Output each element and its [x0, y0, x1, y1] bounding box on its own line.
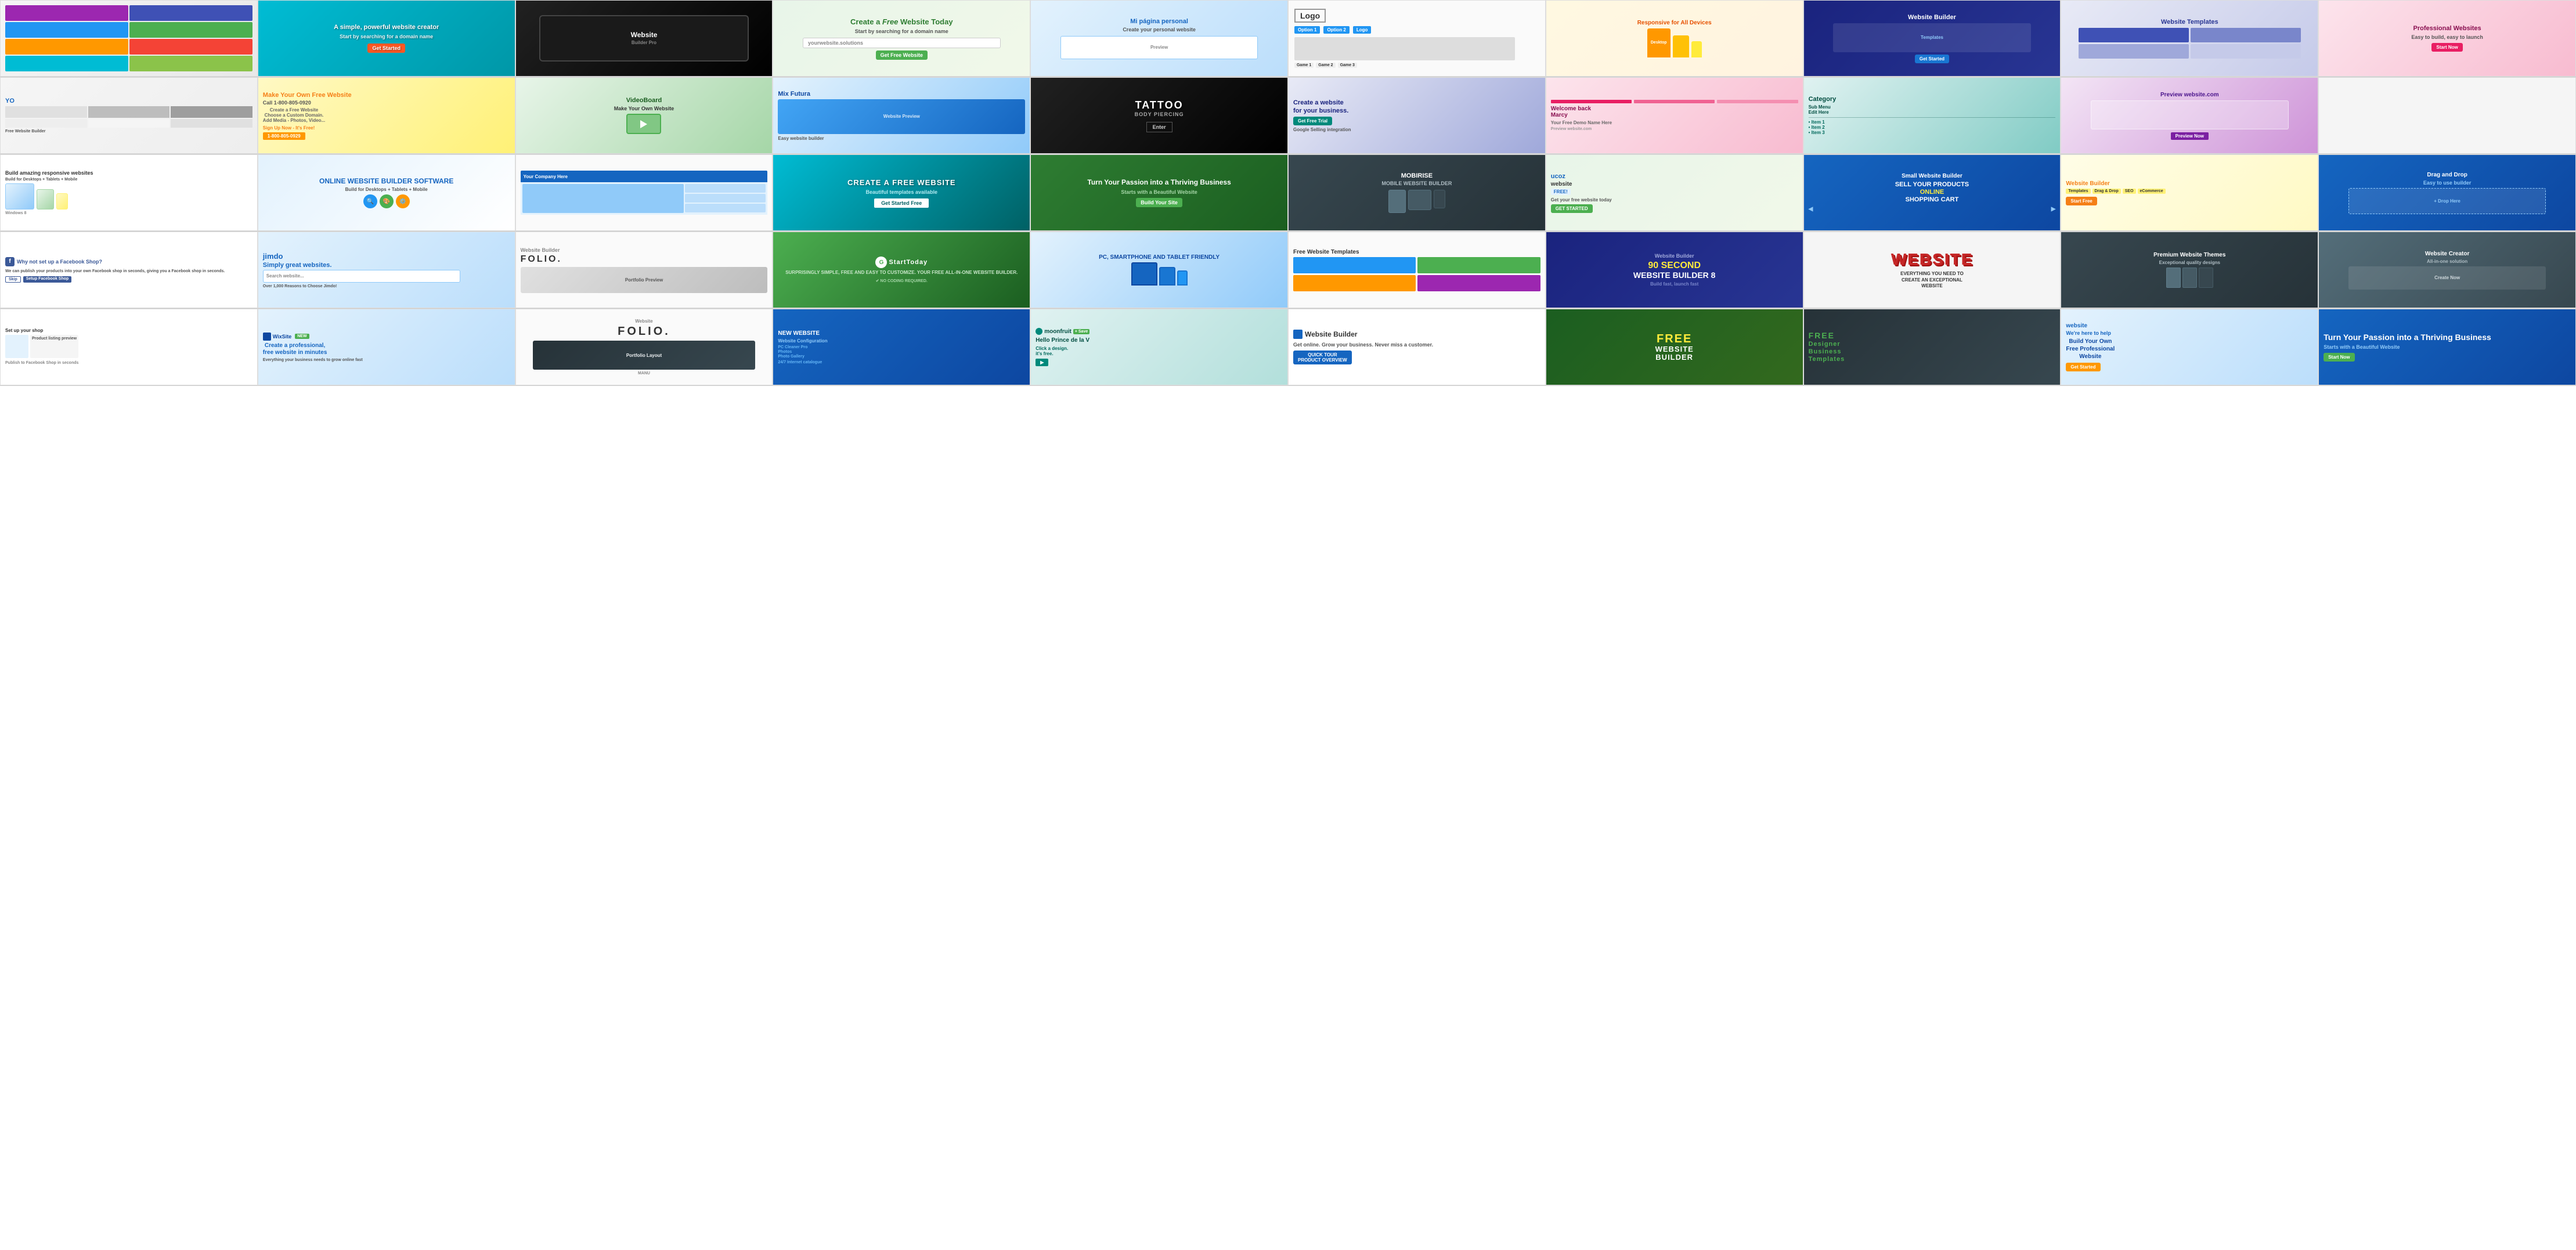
tile-build-responsive[interactable]: Build amazing responsive websites Build …: [0, 154, 258, 231]
tile-company-here[interactable]: Your Company Here: [515, 154, 773, 231]
image-grid-row-1: A simple, powerful website creator Start…: [0, 0, 2576, 77]
tile-yourwebsite-builder[interactable]: YO Free Website Builder: [0, 77, 258, 154]
tile-create-free-website[interactable]: Create a Free Website Today Start by sea…: [773, 0, 1030, 77]
image-grid-row-4: f Why not set up a Facebook Shop? We can…: [0, 232, 2576, 309]
tile-create-for-business[interactable]: Create a website for your business. Get …: [1288, 77, 1546, 154]
tile-videoboard[interactable]: VideoBoard Make Your Own Website: [515, 77, 773, 154]
tile-free-website-builder-green[interactable]: FREE WEBSITEBUILDER: [1546, 309, 1803, 385]
tile-templates-blue[interactable]: Website Templates: [2061, 0, 2318, 77]
tile-website-builder-features[interactable]: Website Builder Templates Drag & Drop SE…: [2061, 154, 2318, 231]
tile-folio-portfolio[interactable]: Website Builder FOLIO. Portfolio Preview: [515, 232, 773, 308]
tile-website-builder-info[interactable]: Website Builder Get online. Grow your bu…: [1288, 309, 1546, 385]
tile-premium-themes[interactable]: Premium Website Themes Exceptional quali…: [2061, 232, 2318, 308]
tile-online-builder-software[interactable]: ONLINE WEBSITE BUILDER SOFTWARE Build fo…: [258, 154, 515, 231]
tile-website-red-text[interactable]: WEBSITE EVERYTHING YOU NEED TOCREATE AN …: [1803, 232, 2061, 308]
tile-folio-portfolio-2[interactable]: Website FOLIO. Portfolio Layout MANU: [515, 309, 773, 385]
tile-logo-options[interactable]: Logo Option 1 Option 2 Logo Game 1 Game …: [1288, 0, 1546, 77]
tile-free-templates[interactable]: Free Website Templates: [1288, 232, 1546, 308]
tile-moonfruit[interactable]: moonfruit + Save Hello Prince de la V Cl…: [1030, 309, 1288, 385]
tile-sitejam[interactable]: [0, 0, 258, 77]
tile-mi-pagina[interactable]: Mi página personal Create your personal …: [1030, 0, 1288, 77]
tile-mobirise[interactable]: MOBIRISE MOBILE WEBSITE BUILDER: [1288, 154, 1546, 231]
tile-category-submenu[interactable]: Category Sub Menu Edit Here • Item 1 • I…: [1803, 77, 2061, 154]
tile-tattoo[interactable]: TATTOO BODY PIERCING Enter: [1030, 77, 1288, 154]
tile-new-website-config[interactable]: NEW WEBSITE Website Configuration PC Cle…: [773, 309, 1030, 385]
image-grid-row-3: Build amazing responsive websites Build …: [0, 154, 2576, 232]
tile-ucoz-free[interactable]: ucoz website FREE! Get your free website…: [1546, 154, 1803, 231]
tile-row2-filler: [2318, 77, 2576, 154]
tile-website-creator[interactable]: Website Creator All-in-one solution Crea…: [2318, 232, 2576, 308]
image-grid-row-2: YO Free Website Builder Make Your Own Fr…: [0, 77, 2576, 154]
tile-passion-thriving-business[interactable]: Turn Your Passion into a Thriving Busine…: [1030, 154, 1288, 231]
tile-build-free-professional[interactable]: website We're here to help Build Your Ow…: [2061, 309, 2318, 385]
tile-small-website-builder[interactable]: Small Website Builder SELL YOUR PRODUCTS…: [1803, 154, 2061, 231]
tile-sitejam-creator[interactable]: A simple, powerful website creator Start…: [258, 0, 515, 77]
tile-passion-thriving-2[interactable]: Turn Your Passion into a Thriving Busine…: [2318, 309, 2576, 385]
tile-90-second-builder[interactable]: Website Builder 90 SECOND WEBSITE BUILDE…: [1546, 232, 1803, 308]
tile-create-free-website-cyan[interactable]: CREATE A FREE WEBSITE Beautiful template…: [773, 154, 1030, 231]
tile-professional-sites[interactable]: Professional Websites Easy to build, eas…: [2318, 0, 2576, 77]
tile-responsive-design[interactable]: Responsive for All Devices Desktop: [1546, 0, 1803, 77]
tile-website-dark-blue[interactable]: Website Builder Templates Get Started: [1803, 0, 2061, 77]
tile-pc-smartphone[interactable]: PC, SMARTPHONE AND TABLET FRIENDLY: [1030, 232, 1288, 308]
tile-facebook-shop[interactable]: f Why not set up a Facebook Shop? We can…: [0, 232, 258, 308]
tile-dark-device[interactable]: Website Builder Pro: [515, 0, 773, 77]
tile-facebook-shop-2[interactable]: Set up your shop Product listing preview…: [0, 309, 258, 385]
tile-make-own-free[interactable]: Make Your Own Free Website Call 1-800-80…: [258, 77, 515, 154]
tile-jimdo[interactable]: jimdo Simply great websites. Search webs…: [258, 232, 515, 308]
image-grid-row-5: Set up your shop Product listing preview…: [0, 309, 2576, 386]
tile-preview-website[interactable]: Preview website.com Preview Now: [2061, 77, 2318, 154]
tile-mix-futura[interactable]: Mix Futura Website Preview Easy website …: [773, 77, 1030, 154]
tile-gogo-starttoday[interactable]: G StartToday SURPRISINGLY SIMPLE, FREE A…: [773, 232, 1030, 308]
tile-welcome-back[interactable]: Welcome back Marcy Your Free Demo Name H…: [1546, 77, 1803, 154]
tile-drag-drop-builder[interactable]: Drag and Drop Easy to use builder + Drop…: [2318, 154, 2576, 231]
tile-free-designer-templates[interactable]: FREE Designer Business Templates: [1803, 309, 2061, 385]
tile-wix-professional[interactable]: WixSite NEW Create a professional,free w…: [258, 309, 515, 385]
